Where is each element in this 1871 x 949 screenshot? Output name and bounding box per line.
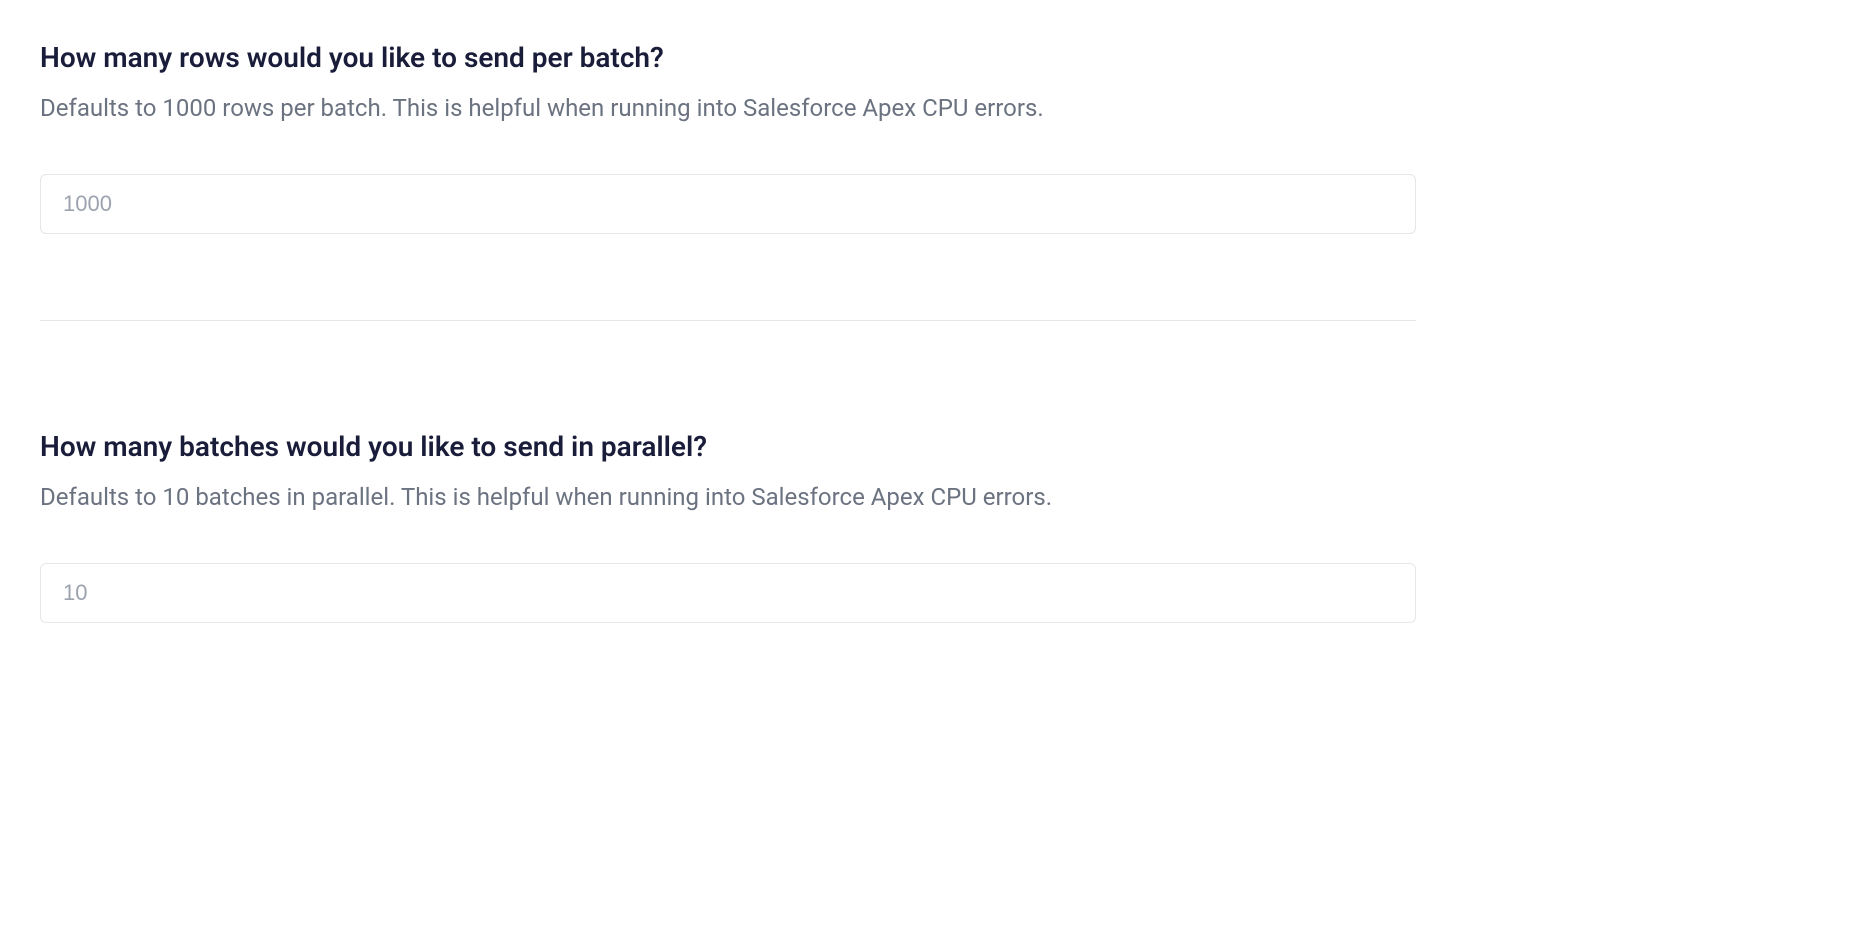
parallel-batches-section: How many batches would you like to send … (40, 429, 1831, 623)
parallel-batches-input[interactable] (40, 563, 1416, 623)
rows-per-batch-description: Defaults to 1000 rows per batch. This is… (40, 92, 1831, 126)
parallel-batches-description: Defaults to 10 batches in parallel. This… (40, 481, 1831, 515)
section-divider (40, 320, 1416, 321)
rows-per-batch-input[interactable] (40, 174, 1416, 234)
rows-per-batch-heading: How many rows would you like to send per… (40, 40, 1831, 76)
parallel-batches-heading: How many batches would you like to send … (40, 429, 1831, 465)
rows-per-batch-section: How many rows would you like to send per… (40, 40, 1831, 234)
